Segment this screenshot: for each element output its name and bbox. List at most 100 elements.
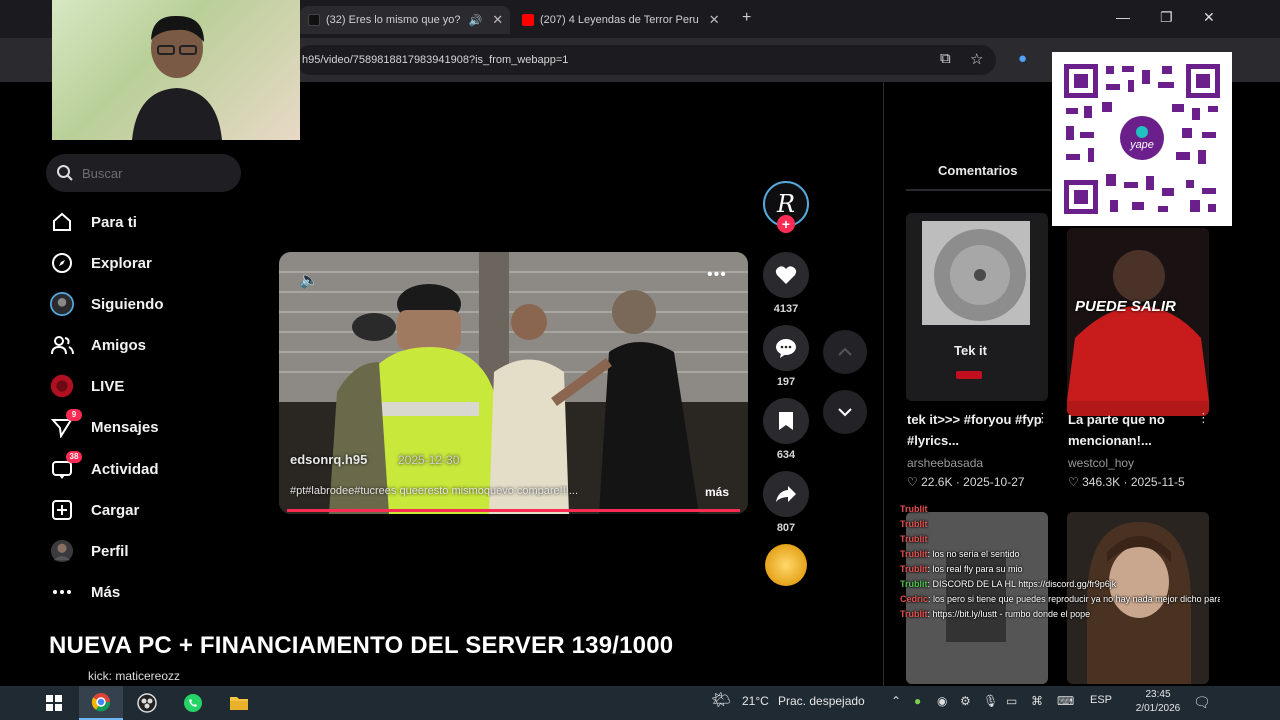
extension-icon[interactable]: ● xyxy=(1018,50,1027,67)
tab-comentarios[interactable]: Comentarios xyxy=(938,163,1017,178)
sidebar-item-mas[interactable]: Más xyxy=(50,577,120,607)
share-action[interactable]: 807 xyxy=(763,471,809,534)
browser-tab-tiktok[interactable]: (32) Eres lo mismo que yo? 🔊 ✕ xyxy=(300,6,510,34)
bookmark-star-icon[interactable]: ☆ xyxy=(970,50,983,68)
sidebar-item-siguiendo[interactable]: Siguiendo xyxy=(50,289,164,319)
mute-speaker-icon[interactable]: 🔈 xyxy=(299,270,319,290)
search-placeholder: Buscar xyxy=(82,165,123,181)
tray-app-icon[interactable]: ⚙ xyxy=(960,694,971,708)
sidebar-item-para-ti[interactable]: Para ti xyxy=(50,207,137,237)
sidebar-item-cargar[interactable]: Cargar xyxy=(50,495,139,525)
recommended-video-thumb[interactable]: Tek it xyxy=(906,213,1048,401)
recommended-video-thumb[interactable]: PUEDE SALIR xyxy=(1067,228,1209,416)
speaker-icon[interactable]: 🔊 xyxy=(469,14,483,27)
heart-outline-icon: ♡ xyxy=(1068,475,1079,489)
microphone-icon[interactable]: 🎙 xyxy=(983,694,998,708)
more-dots-icon xyxy=(50,580,74,604)
previous-video-button[interactable] xyxy=(823,330,867,374)
language-indicator[interactable]: ESP xyxy=(1090,694,1112,706)
kick-handle: kick: maticereozz xyxy=(88,669,181,683)
card-stats: ♡ 22.6K · 2025-10-27 xyxy=(907,475,1025,489)
obs-taskbar-icon[interactable] xyxy=(125,686,169,720)
display-icon[interactable]: ▭ xyxy=(1006,694,1017,708)
chat-message: Trublit: los real fly para su mio xyxy=(900,562,1220,577)
card-options-icon[interactable]: ⋮ xyxy=(1036,410,1049,426)
video-options-icon[interactable]: ••• xyxy=(707,266,727,284)
card-title[interactable]: tek it>>> #foryou #fyp #lyrics... xyxy=(907,409,1047,451)
video-player[interactable]: 🔈 ••• edsonrq.h95 2025-12-30 #pt#labrode… xyxy=(279,252,748,514)
streamer-webcam-image xyxy=(132,15,222,140)
browser-tab-youtube[interactable]: (207) 4 Leyendas de Terror Peru ✕ xyxy=(514,6,732,34)
weather-temp[interactable]: 21°C xyxy=(742,694,769,708)
share-count: 807 xyxy=(776,522,796,534)
chevron-up-icon[interactable]: ⌃ xyxy=(891,694,901,708)
video-progress-bar[interactable] xyxy=(287,509,740,512)
upload-icon xyxy=(50,498,74,522)
windows-start-icon[interactable] xyxy=(32,686,76,720)
yape-qr-code: yape xyxy=(1052,52,1232,226)
card-title[interactable]: La parte que no mencionan!... xyxy=(1068,409,1208,451)
search-input[interactable]: Buscar xyxy=(46,154,241,192)
card-user[interactable]: westcol_hoy xyxy=(1068,456,1134,470)
share-button[interactable] xyxy=(763,471,809,517)
webcam-overlay xyxy=(52,0,300,140)
card-likes: 346.3K xyxy=(1082,475,1121,489)
chat-text: : los real fly para su mio xyxy=(927,564,1023,574)
sidebar-item-mensajes[interactable]: 9 Mensajes xyxy=(50,409,159,442)
comment-count: 197 xyxy=(776,376,796,388)
new-tab-icon[interactable]: + xyxy=(742,9,751,27)
sidebar-item-label: Amigos xyxy=(91,336,147,354)
video-author[interactable]: edsonrq.h95 xyxy=(290,452,367,467)
music-disc-icon[interactable] xyxy=(765,544,807,586)
card-options-icon[interactable]: ⋮ xyxy=(1197,410,1210,426)
home-icon xyxy=(50,210,74,234)
like-button[interactable] xyxy=(763,252,809,298)
caption-more-link[interactable]: más xyxy=(705,485,729,499)
sidebar-item-amigos[interactable]: Amigos xyxy=(50,330,146,360)
tab-label: (32) Eres lo mismo que yo? xyxy=(326,14,461,26)
live-icon xyxy=(50,374,74,398)
tray-app-icon[interactable]: ● xyxy=(914,694,921,708)
card-date: 2025-10-27 xyxy=(963,475,1025,489)
network-icon[interactable]: ⌘ xyxy=(1031,694,1043,708)
save-button[interactable] xyxy=(763,398,809,444)
restore-icon[interactable]: ❐ xyxy=(1160,9,1173,26)
close-tab-icon[interactable]: ✕ xyxy=(709,12,720,28)
card-user[interactable]: arsheebasada xyxy=(907,456,983,470)
heart-icon xyxy=(775,266,797,284)
install-app-icon[interactable]: ⧉ xyxy=(940,50,951,67)
comment-button[interactable] xyxy=(763,325,809,371)
url-field[interactable]: h95/video/7589818817983941908?is_from_we… xyxy=(296,45,996,75)
comment-action[interactable]: 197 xyxy=(763,325,809,388)
whatsapp-taskbar-icon[interactable] xyxy=(171,686,215,720)
like-action[interactable]: 4137 xyxy=(763,252,809,315)
weather-description[interactable]: Prac. despejado xyxy=(778,694,865,708)
sidebar-item-live[interactable]: LIVE xyxy=(50,371,124,401)
follow-plus-icon[interactable]: + xyxy=(777,215,795,233)
card-separator: · xyxy=(1123,475,1131,489)
tray-app-icon[interactable]: ◉ xyxy=(937,694,947,708)
chat-message: Trublit xyxy=(900,517,1220,532)
save-action[interactable]: 634 xyxy=(763,398,809,461)
chat-username: Trublit xyxy=(900,519,928,529)
close-tab-icon[interactable]: ✕ xyxy=(492,12,503,28)
like-count: 4137 xyxy=(773,303,799,315)
chat-message: Trublit xyxy=(900,532,1220,547)
weather-icon[interactable]: 🌤 xyxy=(711,690,731,710)
sidebar-item-label: LIVE xyxy=(91,377,125,395)
sidebar-item-label: Explorar xyxy=(91,254,152,272)
activity-icon: 38 xyxy=(50,451,82,481)
sidebar-item-label: Perfil xyxy=(91,542,129,560)
sidebar-item-perfil[interactable]: Perfil xyxy=(50,536,129,566)
close-window-icon[interactable]: ✕ xyxy=(1203,9,1215,26)
chrome-taskbar-icon[interactable] xyxy=(79,686,123,720)
sidebar-item-explorar[interactable]: Explorar xyxy=(50,248,152,278)
tab-label: (207) 4 Leyendas de Terror Peru xyxy=(540,14,699,26)
sidebar-item-actividad[interactable]: 38 Actividad xyxy=(50,451,159,484)
clock[interactable]: 23:45 2/01/2026 xyxy=(1128,688,1188,716)
minimize-icon[interactable]: — xyxy=(1116,9,1130,25)
keyboard-icon[interactable]: ⌨ xyxy=(1057,694,1074,708)
file-explorer-taskbar-icon[interactable] xyxy=(217,686,261,720)
notification-icon[interactable]: 🗨 xyxy=(1193,694,1211,711)
next-video-button[interactable] xyxy=(823,390,867,434)
